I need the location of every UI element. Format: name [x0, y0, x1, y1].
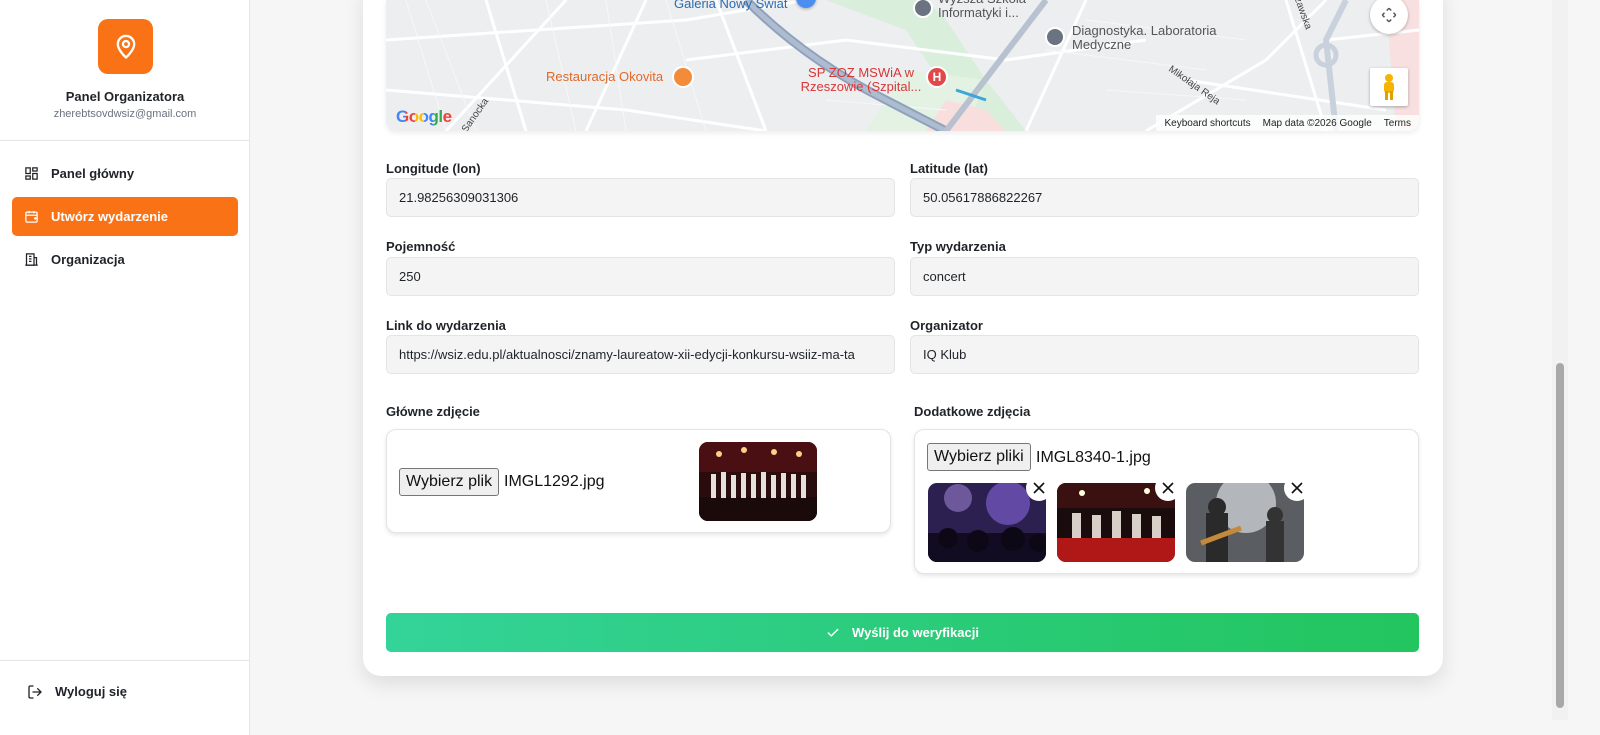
longitude-input[interactable]: 21.98256309031306 — [386, 178, 895, 217]
event-link-label: Link do wydarzenia — [386, 318, 506, 333]
extra-photos-filename: IMGL8340-1.jpg — [1036, 449, 1151, 466]
choose-file-button[interactable]: Wybierz plik — [399, 468, 500, 496]
logout-label: Wyloguj się — [55, 684, 127, 699]
choose-files-button[interactable]: Wybierz pliki — [927, 443, 1031, 471]
map-label-szpital: SP ZOZ MSWiA w Rzeszowie (Szpital... — [800, 65, 922, 94]
extra-photos-box: Wybierz pliki IMGL8340-1.jpg — [914, 429, 1419, 574]
sidebar-item-organization[interactable]: Organizacja — [12, 240, 238, 279]
main-photo-label: Główne zdjęcie — [386, 404, 480, 419]
capacity-input[interactable]: 250 — [386, 257, 895, 296]
extra-photos-label: Dodatkowe zdjęcia — [914, 404, 1031, 419]
logout-icon — [26, 683, 43, 700]
sidebar-item-label: Organizacja — [51, 252, 125, 267]
close-icon — [1291, 482, 1303, 494]
sidebar-item-dashboard[interactable]: Panel główny — [12, 154, 238, 193]
close-icon — [1033, 482, 1045, 494]
event-link-input[interactable]: https://wsiz.edu.pl/aktualnosci/znamy-la… — [386, 335, 895, 374]
main-photo-filename: IMGL1292.jpg — [504, 473, 605, 490]
logout-button[interactable]: Wyloguj się — [26, 683, 127, 700]
event-type-label: Typ wydarzenia — [910, 239, 1006, 254]
street-view-button[interactable] — [1370, 68, 1408, 106]
submit-verification-button[interactable]: Wyślij do weryfikacji — [386, 613, 1419, 652]
remove-photo-button[interactable] — [1155, 475, 1181, 501]
remove-photo-button[interactable] — [1284, 475, 1310, 501]
map-label-galeria: Galeria Nowy Świat — [674, 0, 788, 11]
restaurant-icon — [672, 66, 694, 88]
dashboard-icon — [23, 165, 40, 182]
map-label-diagnostyka: Diagnostyka. Laboratoria Medyczne — [1072, 23, 1217, 52]
sidebar-item-label: Panel główny — [51, 166, 135, 181]
capacity-label: Pojemność — [386, 239, 456, 254]
map-label-school: Wyższa Szkoła Informatyki i... — [938, 0, 1026, 20]
user-email: zherebtsovdwsiz@gmail.com — [53, 108, 197, 120]
pegman-icon — [1384, 74, 1394, 100]
google-logo: Google — [396, 107, 452, 126]
close-icon — [1162, 482, 1174, 494]
sidebar-footer: Wyloguj się — [0, 660, 250, 735]
panel-title: Panel Organizatora — [65, 89, 185, 104]
terms-link[interactable]: Terms — [1384, 118, 1411, 129]
keyboard-shortcuts-link[interactable]: Keyboard shortcuts — [1164, 118, 1250, 129]
location-pin-icon — [98, 19, 153, 74]
check-icon — [826, 626, 840, 640]
fullscreen-icon — [1381, 7, 1397, 23]
longitude-label: Longitude (lon) — [386, 161, 481, 176]
main-photo-thumbnail — [699, 442, 817, 521]
organizer-label: Organizator — [910, 318, 983, 333]
latitude-input[interactable]: 50.05617886822267 — [910, 178, 1419, 217]
building-icon — [23, 251, 40, 268]
calendar-plus-icon — [23, 208, 40, 225]
submit-label: Wyślij do weryfikacji — [852, 625, 979, 640]
location-map[interactable]: Galeria Nowy Świat Wyższa Szkoła Informa… — [386, 0, 1419, 131]
scrollbar-thumb[interactable] — [1556, 363, 1564, 708]
event-type-input[interactable]: concert — [910, 257, 1419, 296]
sidebar-item-create-event[interactable]: Utwórz wydarzenie — [12, 197, 238, 236]
map-data-credit: Map data ©2026 Google — [1262, 117, 1372, 129]
organizer-input[interactable]: IQ Klub — [910, 335, 1419, 374]
main-photo-box: Wybierz plik IMGL1292.jpg — [386, 429, 891, 533]
sidebar-brand: Panel Organizatora zherebtsovdwsiz@gmail… — [0, 0, 250, 141]
map-footer: Keyboard shortcuts Map data ©2026 Google… — [1156, 115, 1419, 131]
remove-photo-button[interactable] — [1026, 475, 1052, 501]
lab-icon — [1045, 27, 1065, 47]
hospital-icon: H — [926, 66, 948, 88]
latitude-label: Latitude (lat) — [910, 161, 988, 176]
sidebar: Panel Organizatora zherebtsovdwsiz@gmail… — [0, 0, 250, 735]
sidebar-item-label: Utwórz wydarzenie — [51, 209, 169, 224]
map-label-restauracja: Restauracja Okovita — [546, 69, 664, 84]
